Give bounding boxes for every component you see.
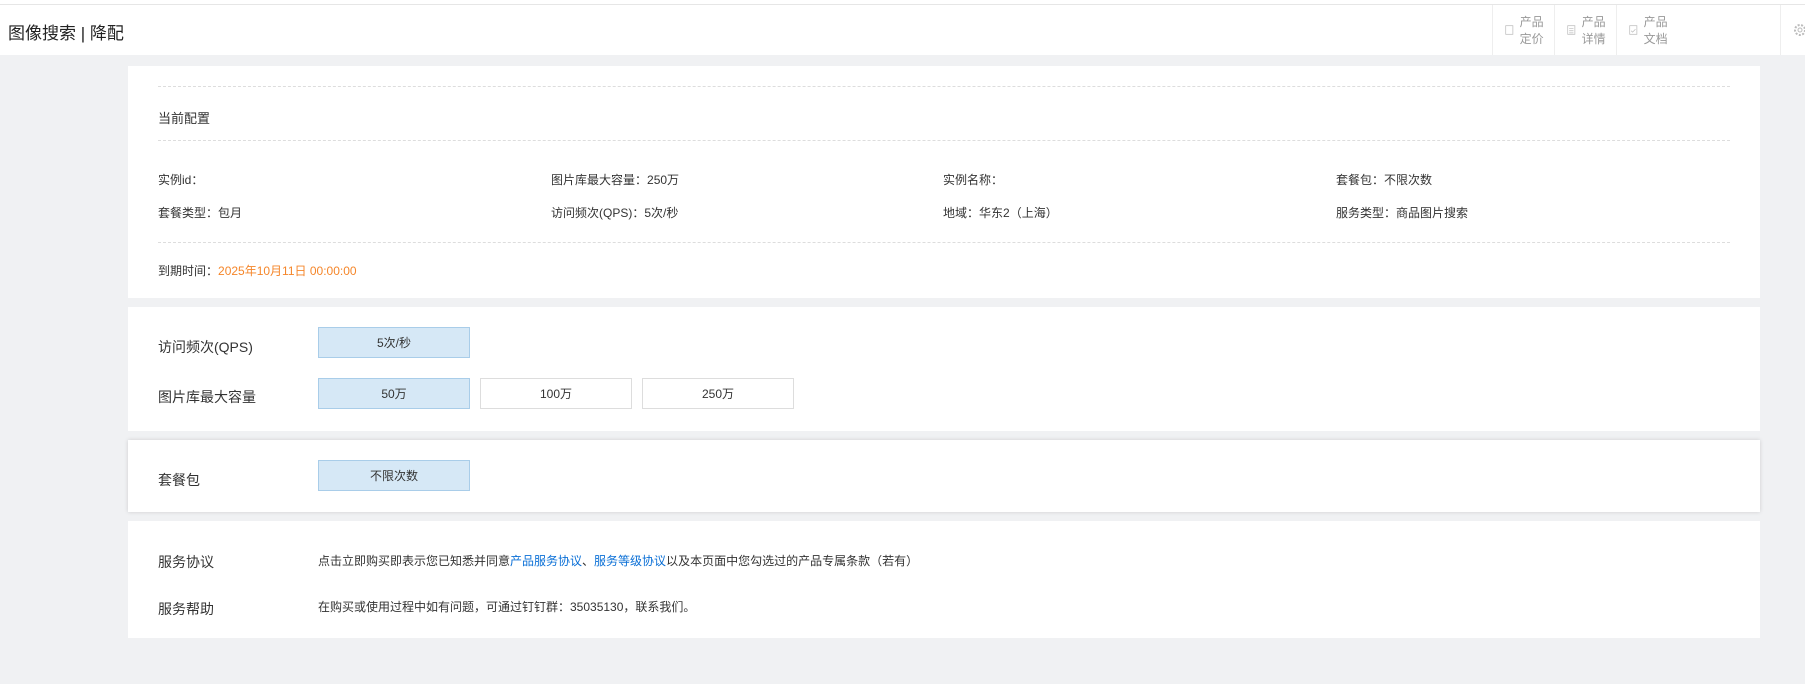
qps-option[interactable]: 5次/秒 <box>318 327 470 358</box>
help-label: 服务帮助 <box>158 601 214 617</box>
capacity-field: 图片库最大容量：250万 <box>551 173 680 187</box>
page-title: 图像搜索 | 降配 <box>8 24 124 43</box>
sla-link[interactable]: 服务等级协议 <box>594 554 666 568</box>
details-label: 产品详情 <box>1581 15 1606 46</box>
plan-type-field: 套餐类型：包月 <box>158 206 243 220</box>
package-label: 套餐包 <box>158 472 200 488</box>
settings-button[interactable] <box>1780 5 1805 55</box>
product-service-agreement-link[interactable]: 产品服务协议 <box>510 554 582 568</box>
instance-name: 实例名称： <box>943 173 1004 187</box>
region-field: 地域：华东2（上海） <box>943 206 1058 220</box>
qps-label: 访问频次(QPS) <box>158 339 253 355</box>
agreement-text: 点击立即购买即表示您已知悉并同意产品服务协议、服务等级协议以及本页面中您勾选过的… <box>318 554 919 568</box>
service-type-field: 服务类型：商品图片搜索 <box>1336 206 1469 220</box>
page-header: 图像搜索 | 降配 产品定价 产品详情 产品文档 <box>0 5 1805 55</box>
spec-card: 访问频次(QPS) 5次/秒 图片库最大容量 50万 100万 250万 <box>128 307 1760 431</box>
capacity-option-250w[interactable]: 250万 <box>642 378 794 409</box>
capacity-label: 图片库最大容量 <box>158 389 256 405</box>
capacity-option-100w[interactable]: 100万 <box>480 378 632 409</box>
pricing-button[interactable]: 产品定价 <box>1492 5 1554 55</box>
expiry-value: 2025年10月11日 00:00:00 <box>218 264 357 278</box>
help-text: 在购买或使用过程中如有问题，可通过钉钉群：35035130，联系我们。 <box>318 600 696 614</box>
doc-check-icon <box>1629 25 1638 35</box>
package-field: 套餐包：不限次数 <box>1336 173 1433 187</box>
agreement-label: 服务协议 <box>158 554 214 570</box>
instance-id: 实例id： <box>158 173 204 187</box>
expiry-field: 到期时间：2025年10月11日 00:00:00 <box>158 264 357 278</box>
current-config-card: 当前配置 实例id： 图片库最大容量：250万 实例名称： 套餐包：不限次数 套… <box>128 66 1760 298</box>
package-card: 套餐包 不限次数 <box>128 440 1760 512</box>
document-icon <box>1505 25 1514 35</box>
agreement-card: 服务协议 点击立即购买即表示您已知悉并同意产品服务协议、服务等级协议以及本页面中… <box>128 521 1760 638</box>
qps-field: 访问频次(QPS)：5次/秒 <box>551 206 679 220</box>
docs-button[interactable]: 产品文档 <box>1616 5 1678 55</box>
list-icon <box>1567 25 1576 35</box>
pricing-label: 产品定价 <box>1519 15 1544 46</box>
package-option[interactable]: 不限次数 <box>318 460 470 491</box>
capacity-option-50w[interactable]: 50万 <box>318 378 470 409</box>
section-heading: 当前配置 <box>158 111 211 126</box>
details-button[interactable]: 产品详情 <box>1554 5 1616 55</box>
docs-label: 产品文档 <box>1643 15 1668 46</box>
gear-icon <box>1794 24 1805 36</box>
